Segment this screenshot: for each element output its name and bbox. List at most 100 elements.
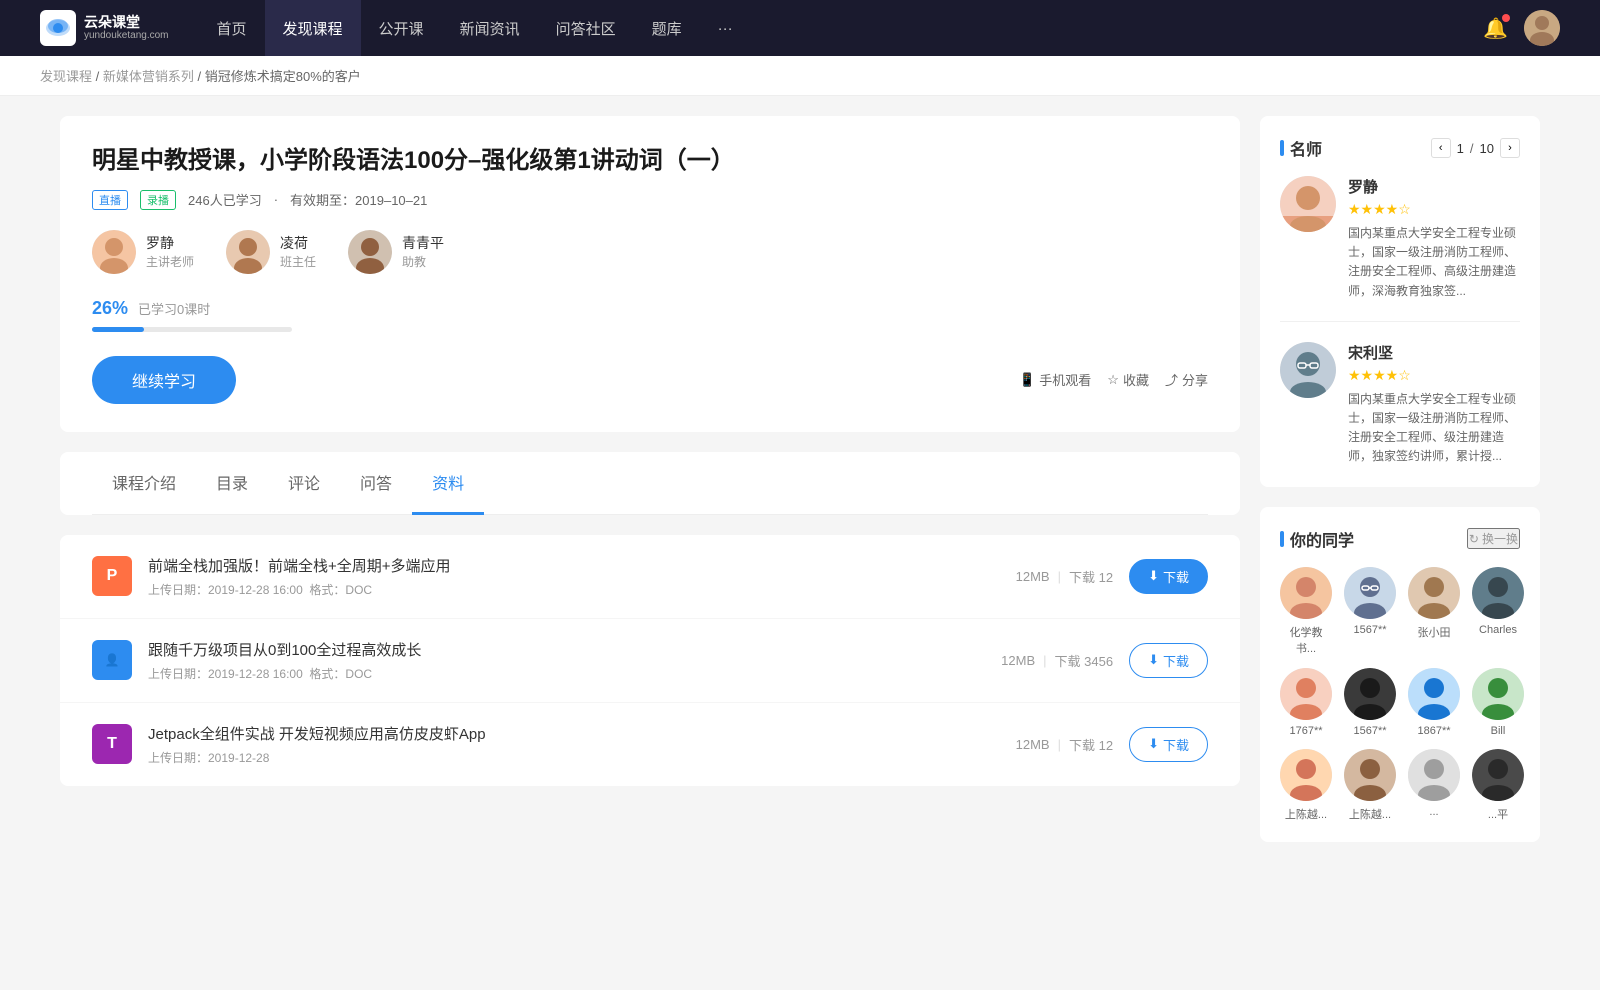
download-button-3[interactable]: ⬇ 下载 bbox=[1129, 727, 1208, 762]
tag-live: 直播 bbox=[92, 190, 128, 210]
download-button-2[interactable]: ⬇ 下载 bbox=[1129, 643, 1208, 678]
instructor-info-1: 罗静 主讲老师 bbox=[146, 233, 194, 270]
teacher-item-1: 罗静 ★★★★☆ 国内某重点大学安全工程专业硕士，国家一级注册消防工程师、注册安… bbox=[1280, 176, 1520, 322]
breadcrumb-link-discover[interactable]: 发现课程 bbox=[40, 69, 92, 84]
user-avatar[interactable] bbox=[1524, 10, 1560, 46]
logo-icon bbox=[40, 10, 76, 46]
teachers-pagination: ‹ 1/10 › bbox=[1431, 138, 1520, 158]
tabs: 课程介绍 目录 评论 问答 资料 bbox=[92, 452, 1208, 515]
instructor-avatar-3 bbox=[348, 230, 392, 274]
classmate-3[interactable]: 张小田 bbox=[1408, 567, 1460, 656]
classmate-name-6: 1567** bbox=[1353, 725, 1386, 737]
nav-quiz[interactable]: 题库 bbox=[634, 0, 700, 56]
main-container: 明星中教授课，小学阶段语法100分–强化级第1讲动词（一） 直播 录播 246人… bbox=[20, 96, 1580, 882]
tab-toc[interactable]: 目录 bbox=[196, 452, 268, 515]
classmate-1[interactable]: 化学教书... bbox=[1280, 567, 1332, 656]
resource-size-1: 12MB bbox=[1016, 569, 1050, 584]
teacher-item-2: 宋利坚 ★★★★☆ 国内某重点大学安全工程专业硕士，国家一级注册消防工程师、注册… bbox=[1280, 342, 1520, 467]
resource-info-1: 前端全栈加强版！前端全栈+全周期+多端应用 上传日期：2019-12-28 16… bbox=[148, 555, 1000, 598]
sidebar: 名师 ‹ 1/10 › bbox=[1260, 116, 1540, 862]
classmates-card: 你的同学 ↻ 换一换 bbox=[1260, 507, 1540, 842]
breadcrumb-current: 销冠修炼术搞定80%的客户 bbox=[205, 69, 361, 84]
classmate-name-2: 1567** bbox=[1353, 624, 1386, 636]
classmate-2[interactable]: 1567** bbox=[1344, 567, 1396, 656]
resource-icon-1: P bbox=[92, 556, 132, 596]
classmate-name-7: 1867** bbox=[1417, 725, 1450, 737]
classmate-name-4: Charles bbox=[1479, 624, 1517, 636]
classmate-name-3: 张小田 bbox=[1418, 624, 1451, 640]
progress-section: 26% 已学习0课时 bbox=[92, 298, 1208, 332]
prev-teacher-button[interactable]: ‹ bbox=[1431, 138, 1451, 158]
mobile-watch-button[interactable]: 📱 手机观看 bbox=[1019, 370, 1091, 389]
instructor-2: 凌荷 班主任 bbox=[226, 230, 316, 274]
classmate-10[interactable]: 上陈越... bbox=[1344, 749, 1396, 822]
instructor-info-3: 青青平 助教 bbox=[402, 233, 444, 270]
progress-percent: 26% bbox=[92, 298, 128, 319]
resource-meta-2: 上传日期：2019-12-28 16:00 格式：DOC bbox=[148, 665, 985, 682]
teachers-title: 名师 ‹ 1/10 › bbox=[1280, 136, 1520, 160]
classmate-12[interactable]: ...平 bbox=[1472, 749, 1524, 822]
instructor-3: 青青平 助教 bbox=[348, 230, 444, 274]
nav-right: 🔔 bbox=[1483, 10, 1560, 46]
resource-downloads-1: 下载 12 bbox=[1069, 567, 1113, 586]
classmate-4[interactable]: Charles bbox=[1472, 567, 1524, 656]
classmate-9[interactable]: 上陈越... bbox=[1280, 749, 1332, 822]
progress-bar-fill bbox=[92, 327, 144, 332]
teacher-stars-2: ★★★★☆ bbox=[1348, 367, 1520, 384]
favorite-button[interactable]: ☆ 收藏 bbox=[1107, 370, 1149, 389]
classmate-11[interactable]: ... bbox=[1408, 749, 1460, 822]
classmate-7[interactable]: 1867** bbox=[1408, 668, 1460, 737]
classmate-6[interactable]: 1567** bbox=[1344, 668, 1396, 737]
nav-more[interactable]: ··· bbox=[700, 0, 751, 56]
refresh-button[interactable]: ↻ 换一换 bbox=[1467, 528, 1520, 549]
page-total: 10 bbox=[1480, 141, 1494, 156]
classmate-8[interactable]: Bill bbox=[1472, 668, 1524, 737]
content-left: 明星中教授课，小学阶段语法100分–强化级第1讲动词（一） 直播 录播 246人… bbox=[60, 116, 1240, 862]
progress-bar-bg bbox=[92, 327, 292, 332]
classmate-5[interactable]: 1767** bbox=[1280, 668, 1332, 737]
classmate-avatar-12 bbox=[1472, 749, 1524, 801]
notification-bell[interactable]: 🔔 bbox=[1483, 16, 1508, 41]
next-teacher-button[interactable]: › bbox=[1500, 138, 1520, 158]
resource-info-3: Jetpack全组件实战 开发短视频应用高仿皮皮虾App 上传日期：2019-1… bbox=[148, 723, 1000, 766]
download-button-1[interactable]: ⬇ 下载 bbox=[1129, 559, 1208, 594]
nav-qa[interactable]: 问答社区 bbox=[538, 0, 634, 56]
tab-resources[interactable]: 资料 bbox=[412, 452, 484, 515]
course-card: 明星中教授课，小学阶段语法100分–强化级第1讲动词（一） 直播 录播 246人… bbox=[60, 116, 1240, 432]
progress-label: 26% 已学习0课时 bbox=[92, 298, 1208, 319]
classmate-name-12: ...平 bbox=[1488, 806, 1508, 822]
resource-downloads-3: 下载 12 bbox=[1069, 735, 1113, 754]
nav-open[interactable]: 公开课 bbox=[361, 0, 442, 56]
instructor-role-3: 助教 bbox=[402, 253, 444, 270]
refresh-section: ↻ 换一换 bbox=[1467, 528, 1520, 549]
classmate-avatar-11 bbox=[1408, 749, 1460, 801]
instructor-role-2: 班主任 bbox=[280, 253, 316, 270]
nav-home[interactable]: 首页 bbox=[199, 0, 265, 56]
classmate-avatar-2 bbox=[1344, 567, 1396, 619]
download-icon-2: ⬇ bbox=[1148, 652, 1159, 668]
tag-record: 录播 bbox=[140, 190, 176, 210]
classmate-avatar-9 bbox=[1280, 749, 1332, 801]
tab-comment[interactable]: 评论 bbox=[268, 452, 340, 515]
breadcrumb-link-series[interactable]: 新媒体营销系列 bbox=[103, 69, 194, 84]
teacher-desc-2: 国内某重点大学安全工程专业硕士，国家一级注册消防工程师、注册安全工程师、级注册建… bbox=[1348, 390, 1520, 467]
resource-stats-3: 12MB | 下载 12 bbox=[1016, 735, 1113, 754]
tabs-resources: 课程介绍 目录 评论 问答 资料 P 前端全栈加强版！前端全栈+全周期+多端应用… bbox=[60, 452, 1240, 786]
logo[interactable]: 云朵课堂 yundouketang.com bbox=[40, 10, 169, 46]
classmate-name-11: ... bbox=[1429, 806, 1438, 818]
resource-downloads-2: 下载 3456 bbox=[1055, 651, 1114, 670]
dot-sep: · bbox=[274, 192, 278, 207]
nav-news[interactable]: 新闻资讯 bbox=[442, 0, 538, 56]
notification-dot bbox=[1502, 14, 1510, 22]
resource-size-3: 12MB bbox=[1016, 737, 1050, 752]
continue-study-button[interactable]: 继续学习 bbox=[92, 356, 236, 404]
download-icon-3: ⬇ bbox=[1148, 736, 1159, 752]
tab-intro[interactable]: 课程介绍 bbox=[92, 452, 196, 515]
share-button[interactable]: ⤴ 分享 bbox=[1165, 370, 1208, 389]
tab-qa[interactable]: 问答 bbox=[340, 452, 412, 515]
resource-item-2: 👤 跟随千万级项目从0到100全过程高效成长 上传日期：2019-12-28 1… bbox=[60, 619, 1240, 703]
teacher-avatar-2 bbox=[1280, 342, 1336, 398]
resource-stats-1: 12MB | 下载 12 bbox=[1016, 567, 1113, 586]
instructor-name-3: 青青平 bbox=[402, 233, 444, 253]
nav-discover[interactable]: 发现课程 bbox=[265, 0, 361, 56]
